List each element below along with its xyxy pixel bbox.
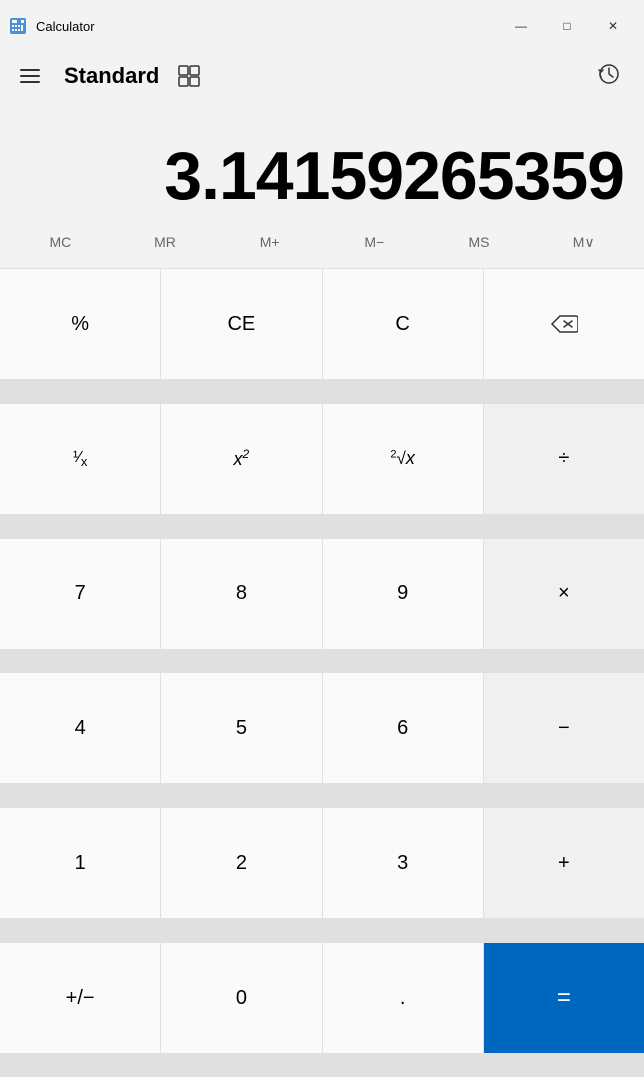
- two-button[interactable]: 2: [161, 808, 321, 918]
- close-button[interactable]: ✕: [590, 10, 636, 42]
- eight-button[interactable]: 8: [161, 539, 321, 649]
- five-button[interactable]: 5: [161, 673, 321, 783]
- memory-subtract-button[interactable]: M−: [322, 224, 427, 260]
- app-header: Standard: [0, 52, 644, 100]
- seven-button[interactable]: 7: [0, 539, 160, 649]
- clear-button[interactable]: C: [323, 269, 483, 379]
- menu-line-1: [20, 69, 40, 71]
- memory-recall-button[interactable]: MR: [113, 224, 218, 260]
- menu-line-2: [20, 75, 40, 77]
- mode-switch-icon[interactable]: [175, 62, 203, 90]
- zero-button[interactable]: 0: [161, 943, 321, 1053]
- title-bar-left: Calculator: [8, 16, 95, 36]
- header-left: Standard: [12, 61, 203, 91]
- title-bar: Calculator — □ ✕: [0, 0, 644, 52]
- three-button[interactable]: 3: [323, 808, 483, 918]
- memory-add-button[interactable]: M+: [217, 224, 322, 260]
- reciprocal-button[interactable]: ¹⁄x: [0, 404, 160, 514]
- memory-row: MC MR M+ M− MS M∨: [0, 220, 644, 264]
- four-button[interactable]: 4: [0, 673, 160, 783]
- app-title: Calculator: [36, 19, 95, 34]
- minimize-button[interactable]: —: [498, 10, 544, 42]
- title-bar-controls: — □ ✕: [498, 10, 636, 42]
- multiply-button[interactable]: ×: [484, 539, 644, 649]
- menu-line-3: [20, 81, 40, 83]
- maximize-button[interactable]: □: [544, 10, 590, 42]
- hamburger-menu-icon[interactable]: [12, 61, 48, 91]
- one-button[interactable]: 1: [0, 808, 160, 918]
- divide-button[interactable]: ÷: [484, 404, 644, 514]
- memory-store-button[interactable]: MS: [427, 224, 532, 260]
- display-value: 3.14159265359: [164, 142, 624, 210]
- subtract-button[interactable]: −: [484, 673, 644, 783]
- calculator-mode-title: Standard: [64, 63, 159, 89]
- negate-button[interactable]: +/−: [0, 943, 160, 1053]
- square-button[interactable]: x2: [161, 404, 321, 514]
- display-area: 3.14159265359: [0, 100, 644, 220]
- ce-button[interactable]: CE: [161, 269, 321, 379]
- memory-clear-button[interactable]: MC: [8, 224, 113, 260]
- calculator-window: Calculator — □ ✕ Standard: [0, 0, 644, 1077]
- six-button[interactable]: 6: [323, 673, 483, 783]
- calculator-grid: % CE C ¹⁄x x2 2√x ÷ 7 8 9 × 4 5 6 −: [0, 268, 644, 1077]
- backspace-button[interactable]: [484, 269, 644, 379]
- percent-button[interactable]: %: [0, 269, 160, 379]
- decimal-button[interactable]: .: [323, 943, 483, 1053]
- equals-button[interactable]: =: [484, 943, 644, 1053]
- sqrt-button[interactable]: 2√x: [323, 404, 483, 514]
- memory-dropdown-button[interactable]: M∨: [531, 224, 636, 260]
- nine-button[interactable]: 9: [323, 539, 483, 649]
- calculator-app-icon: [8, 16, 28, 36]
- add-button[interactable]: +: [484, 808, 644, 918]
- history-icon[interactable]: [590, 55, 628, 98]
